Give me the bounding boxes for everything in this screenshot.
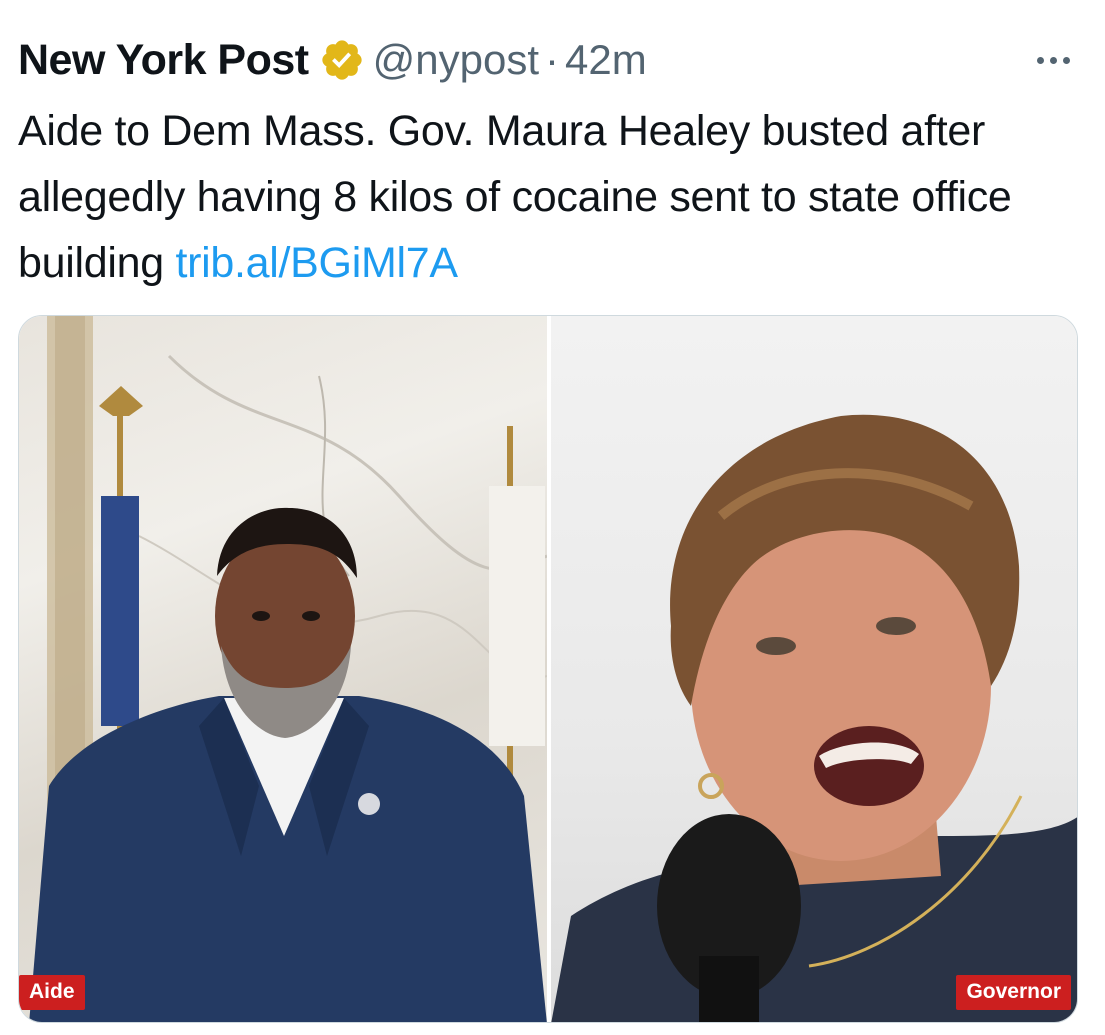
- author-handle[interactable]: @nypost: [373, 36, 539, 84]
- more-dot-icon: [1049, 56, 1057, 64]
- header-separator: ·: [545, 36, 560, 83]
- tweet-body: Aide to Dem Mass. Gov. Maura Healey bust…: [18, 98, 1088, 296]
- verified-badge-icon: [319, 37, 365, 83]
- tweet-timestamp[interactable]: 42m: [565, 36, 647, 84]
- governor-photo-illustration: [551, 414, 1077, 1022]
- tweet-link[interactable]: trib.al/BGiMl7A: [175, 239, 458, 287]
- governor-caption: Governor: [956, 975, 1071, 1010]
- aide-photo[interactable]: Aide: [19, 316, 547, 1022]
- governor-photo[interactable]: Governor: [551, 316, 1077, 1022]
- more-options-button[interactable]: [1030, 40, 1076, 80]
- tweet-header: New York Post @nypost · 42m: [18, 30, 647, 90]
- aide-caption: Aide: [19, 975, 85, 1010]
- author-display-name[interactable]: New York Post: [18, 36, 309, 85]
- tweet-media[interactable]: Aide Governor: [18, 315, 1078, 1023]
- tweet-card[interactable]: New York Post @nypost · 42m Aide to Dem …: [0, 0, 1105, 1035]
- more-dot-icon: [1036, 56, 1044, 64]
- more-dot-icon: [1062, 56, 1070, 64]
- aide-photo-illustration: [29, 316, 547, 1022]
- tweet-text: Aide to Dem Mass. Gov. Maura Healey bust…: [18, 107, 1012, 287]
